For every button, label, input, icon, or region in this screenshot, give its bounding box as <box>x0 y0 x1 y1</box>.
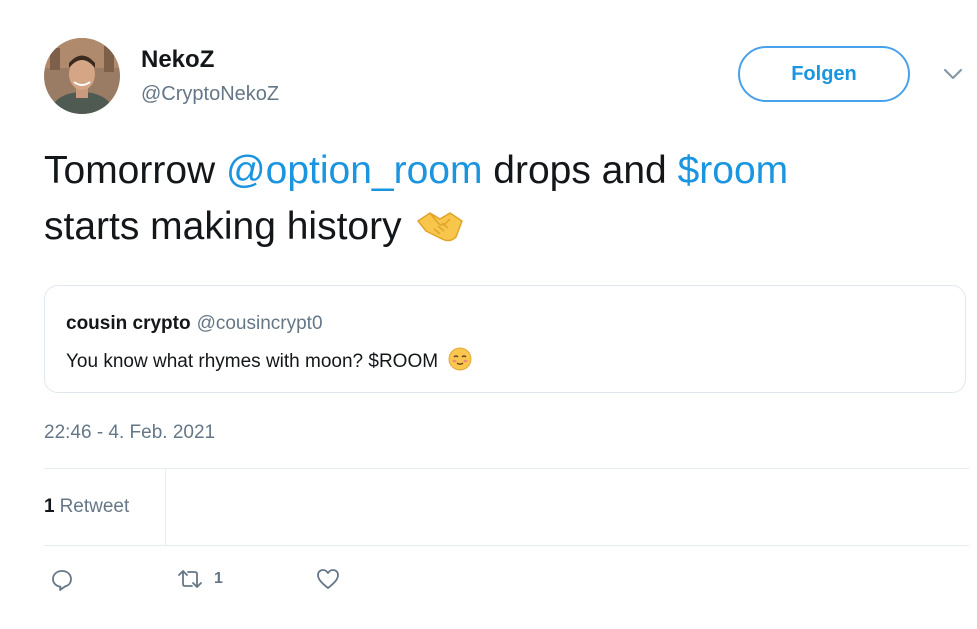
author-name[interactable]: NekoZ <box>141 46 214 74</box>
cashtag-link[interactable]: $room <box>678 149 789 192</box>
retweet-icon <box>178 570 202 588</box>
tweet-text-part: starts making history <box>44 205 402 248</box>
reply-button[interactable] <box>50 568 74 592</box>
quoted-author-handle: @cousincrypt0 <box>196 313 323 334</box>
divider <box>44 468 969 469</box>
avatar[interactable] <box>44 38 120 114</box>
handshake-emoji-icon <box>416 205 464 261</box>
tweet-card: NekoZ @CryptoNekoZ Folgen Tomorrow @opti… <box>0 0 977 629</box>
quoted-tweet-text: You know what rhymes with moon? $ROOM <box>66 347 472 377</box>
divider <box>165 468 166 545</box>
retweet-button[interactable]: 1 <box>176 568 223 590</box>
author-handle[interactable]: @CryptoNekoZ <box>141 83 279 106</box>
heart-icon <box>317 569 339 589</box>
avatar-photo <box>44 38 120 114</box>
tweet-text-part: Tomorrow <box>44 149 227 192</box>
retweet-stats-label: Retweet <box>59 496 130 517</box>
retweet-count: 1 <box>214 570 223 587</box>
divider <box>44 545 969 546</box>
quoted-author-name: cousin crypto <box>66 313 191 334</box>
quoted-tweet[interactable]: cousin crypto @cousincrypt0 You know what… <box>44 285 966 393</box>
reply-icon <box>52 570 72 591</box>
quoted-tweet-body: You know what rhymes with moon? $ROOM <box>66 351 439 372</box>
quoted-tweet-header: cousin crypto @cousincrypt0 <box>66 313 323 335</box>
tweet-text-part: drops and <box>482 149 678 192</box>
follow-button[interactable]: Folgen <box>738 46 910 102</box>
chevron-down-icon[interactable] <box>942 66 964 82</box>
mention-link[interactable]: @option_room <box>226 149 482 192</box>
like-button[interactable] <box>316 568 340 590</box>
retweet-stats[interactable]: 1 Retweet <box>44 496 129 518</box>
tweet-timestamp[interactable]: 22:46 - 4. Feb. 2021 <box>44 422 215 444</box>
tweet-text: Tomorrow @option_room drops and $room st… <box>44 143 944 261</box>
relieved-face-emoji-icon <box>448 347 472 377</box>
retweet-stats-count: 1 <box>44 496 55 517</box>
